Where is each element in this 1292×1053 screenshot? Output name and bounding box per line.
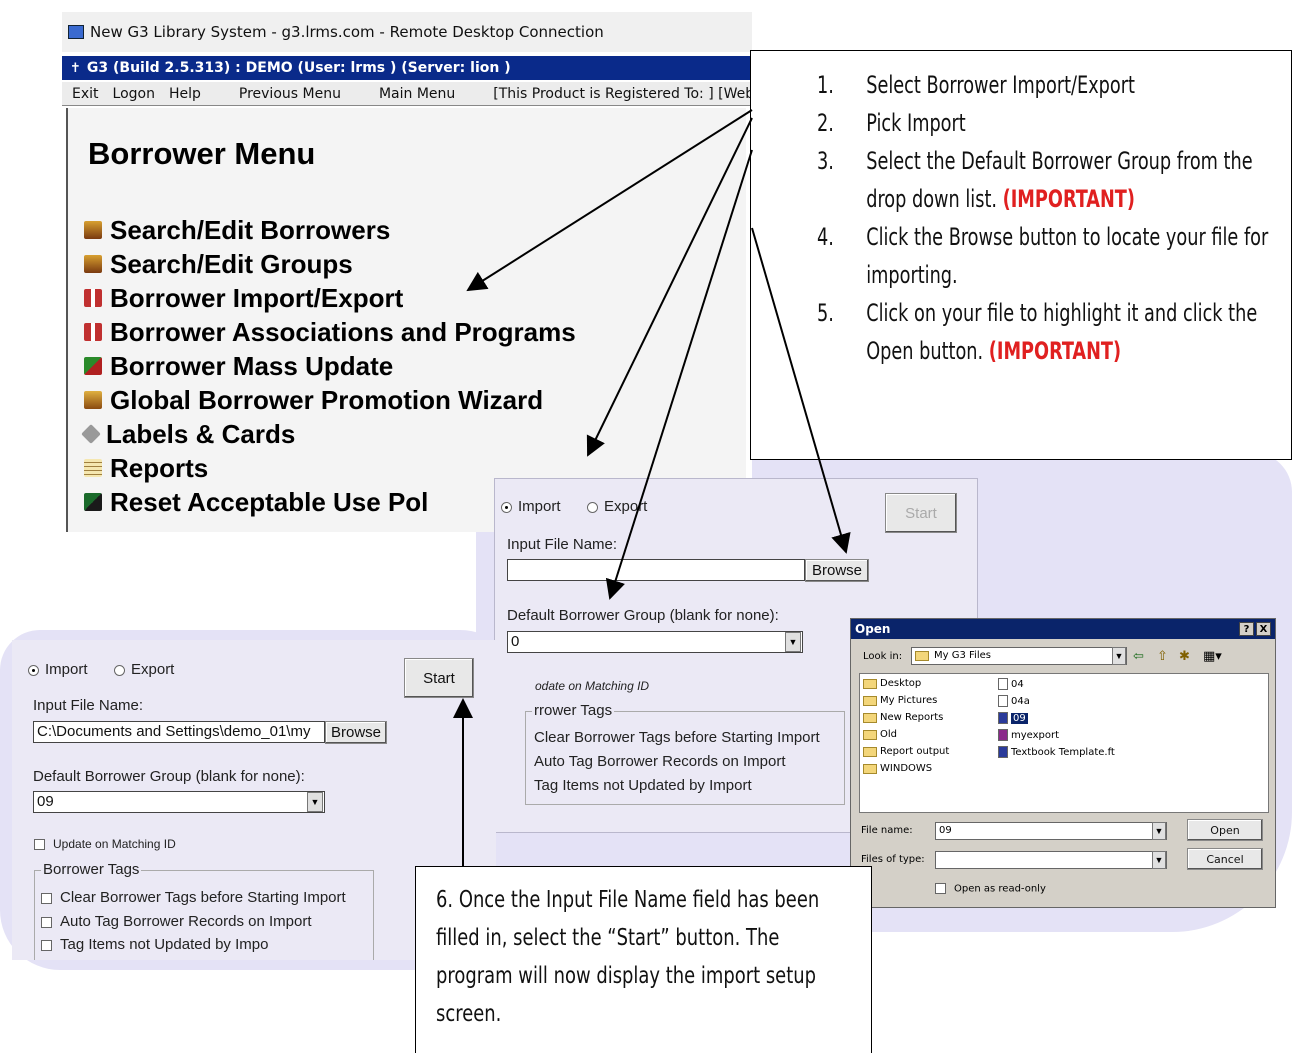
arrow-to-default-group xyxy=(605,149,753,600)
arrow-to-import-radio xyxy=(586,117,753,457)
annotation-arrows xyxy=(453,109,851,866)
arrow-to-browse xyxy=(751,227,851,554)
arrow-to-import-export xyxy=(466,109,753,292)
